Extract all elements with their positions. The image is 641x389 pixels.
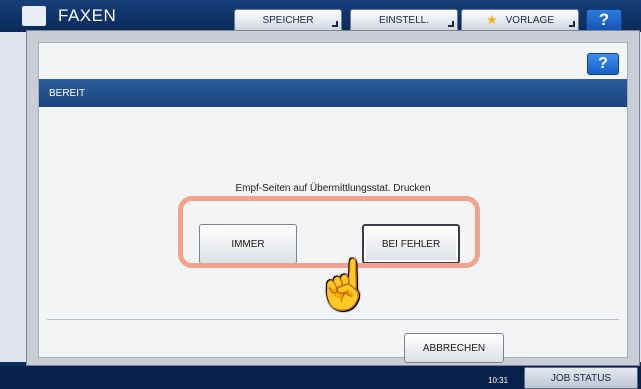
corner-arrow-icon [569, 21, 575, 27]
tab-einstell-label: EINSTELL. [378, 14, 430, 26]
top-help-button[interactable]: ? [586, 9, 622, 31]
status-text: BEREIT [49, 87, 86, 99]
help-button[interactable]: ? [587, 53, 619, 75]
clock-time: 10:31 [488, 376, 509, 385]
dialog-message: Empf-Seiten auf Übermittlungsstat. Druck… [235, 183, 431, 194]
highlight-frame [178, 196, 480, 268]
job-status-button[interactable]: JOB STATUS [524, 367, 638, 389]
status-bar: BEREIT [39, 79, 627, 107]
tab-vorlage-label: VORLAGE [505, 14, 554, 26]
corner-arrow-icon [332, 21, 338, 27]
tab-einstell[interactable]: EINSTELL. [350, 9, 458, 31]
corner-arrow-icon [448, 21, 454, 27]
cancel-button[interactable]: ABBRECHEN [404, 333, 504, 363]
app-title: FAXEN [58, 6, 117, 25]
tab-speicher[interactable]: SPEICHER [234, 9, 342, 31]
tab-speicher-label: SPEICHER [262, 14, 314, 26]
divider [47, 319, 619, 320]
star-icon: ★ [485, 12, 498, 27]
fax-icon [22, 6, 46, 26]
tab-vorlage[interactable]: ★ VORLAGE [461, 9, 579, 31]
hand-pointer-icon: ☝ [314, 259, 374, 312]
